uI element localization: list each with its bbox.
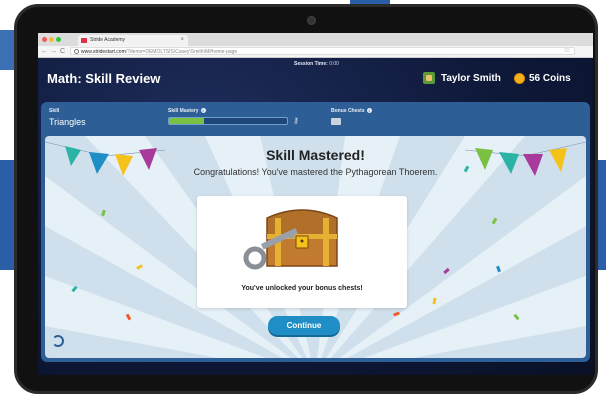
browser-toolbar: ← → C www.stridestart.com/?demo=DEMOLTSI…	[38, 46, 593, 58]
tablet-screen: Stride Academy × ← → C www.stridestart.c…	[38, 33, 593, 375]
info-icon[interactable]: i	[200, 108, 206, 114]
celebration-stage: Skill Mastered! Congratulations! You've …	[45, 136, 586, 358]
skill-mastery-header: Skill Mastery i	[168, 108, 206, 114]
mastery-progress-bar	[168, 117, 288, 125]
app-container: Session Time: 0:00 Math: Skill Review Ta…	[38, 58, 593, 375]
treasure-chest-icon	[243, 209, 338, 270]
refresh-icon[interactable]	[52, 335, 64, 347]
favicon-icon	[81, 38, 87, 43]
tab-close-icon[interactable]: ×	[180, 35, 184, 46]
browser-tab-bar: Stride Academy ×	[38, 33, 593, 46]
close-window-dot[interactable]	[42, 37, 47, 42]
page-title: Math: Skill Review	[47, 71, 161, 86]
user-name[interactable]: Taylor Smith	[441, 73, 501, 84]
skill-label: Skill	[49, 108, 60, 114]
chest-icon	[331, 118, 341, 125]
url-path: /?demo=DEMOLTSIS\Casey\Smith\M#home-page	[125, 49, 238, 55]
reward-card: You've unlocked your bonus chests!	[197, 196, 407, 308]
site-info-icon[interactable]	[74, 49, 79, 54]
skill-value: Triangles	[49, 117, 86, 127]
reload-icon[interactable]: C	[60, 47, 65, 56]
browser-tab[interactable]: Stride Academy ×	[78, 35, 188, 46]
bonus-chests-label: Bonus Chests	[331, 108, 365, 114]
congratulations-text: Congratulations! You've mastered the Pyt…	[193, 167, 438, 177]
coin-icon	[514, 73, 525, 84]
key-icon: ⚷	[293, 116, 299, 125]
skill-panel: Skill Triangles Skill Mastery i ⚷ Bonus C…	[41, 102, 590, 362]
tab-title: Stride Academy	[90, 37, 126, 43]
session-time-value: 0:00	[329, 61, 339, 67]
skill-mastery-label: Skill Mastery	[168, 108, 199, 114]
bonus-chests-header: Bonus Chests i	[331, 108, 372, 114]
back-icon[interactable]: ←	[41, 47, 48, 56]
tablet-frame: Stride Academy × ← → C www.stridestart.c…	[14, 4, 598, 394]
session-time-label: Session Time:	[294, 61, 328, 67]
info-icon[interactable]: i	[366, 108, 372, 114]
avatar[interactable]	[423, 72, 435, 84]
maximize-window-dot[interactable]	[56, 37, 61, 42]
camera-icon	[307, 16, 316, 25]
bunting-banner	[65, 146, 567, 176]
unlock-message: You've unlocked your bonus chests!	[241, 285, 363, 292]
minimize-window-dot[interactable]	[49, 37, 54, 42]
coin-count: 56 Coins	[529, 73, 571, 84]
skill-mastered-heading: Skill Mastered!	[266, 147, 365, 163]
session-time: Session Time: 0:00	[294, 61, 339, 67]
continue-button[interactable]: Continue	[268, 316, 340, 335]
forward-icon[interactable]: →	[50, 47, 57, 56]
address-bar[interactable]: www.stridestart.com/?demo=DEMOLTSIS\Case…	[70, 47, 575, 55]
star-icon[interactable]: ☆	[564, 48, 570, 54]
url-host: www.stridestart.com	[81, 49, 126, 55]
mastery-progress-fill	[169, 118, 205, 124]
